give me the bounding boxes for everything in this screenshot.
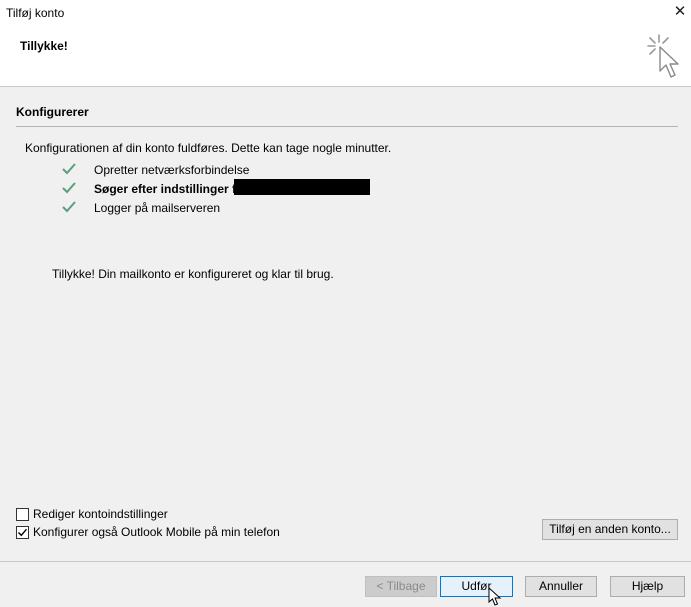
- section-title: Konfigurerer: [16, 105, 89, 119]
- title-bar: Tilføj konto ✕: [0, 0, 691, 26]
- checkbox-label: Rediger kontoindstillinger: [33, 507, 168, 521]
- add-another-account-button[interactable]: Tilføj en anden konto...: [542, 519, 678, 540]
- success-message: Tillykke! Din mailkonto er konfigureret …: [52, 267, 334, 281]
- close-icon[interactable]: ✕: [669, 0, 691, 26]
- task-label: Logger på mailserveren: [94, 201, 221, 215]
- checkmark-icon: [62, 201, 76, 213]
- cancel-button[interactable]: Annuller: [525, 576, 597, 597]
- checkbox-check-icon: [18, 528, 28, 537]
- task-label: Opretter netværksforbindelse: [94, 163, 250, 177]
- back-button[interactable]: < Tilbage: [365, 576, 437, 597]
- finish-button[interactable]: Udfør: [440, 576, 513, 597]
- section-divider: [16, 126, 678, 127]
- checkbox-label: Konfigurer også Outlook Mobile på min te…: [33, 525, 280, 539]
- intro-text: Konfigurationen af din konto fuldføres. …: [25, 141, 392, 155]
- mouse-cursor-icon: [488, 587, 502, 606]
- redacted-account: [234, 179, 370, 195]
- checkmark-icon: [62, 182, 76, 194]
- wizard-header: Tillykke!: [0, 26, 691, 87]
- checkmark-icon: [62, 163, 76, 175]
- footer-divider: [0, 561, 691, 562]
- help-button[interactable]: Hjælp: [610, 576, 685, 597]
- wizard-sparkle-cursor-icon: [647, 34, 679, 78]
- window-title: Tilføj konto: [6, 6, 65, 20]
- outlook-mobile-checkbox[interactable]: [16, 526, 29, 539]
- task-label: Søger efter indstillinger for: [94, 182, 249, 196]
- edit-account-settings-checkbox[interactable]: [16, 508, 29, 521]
- page-title: Tillykke!: [20, 39, 68, 53]
